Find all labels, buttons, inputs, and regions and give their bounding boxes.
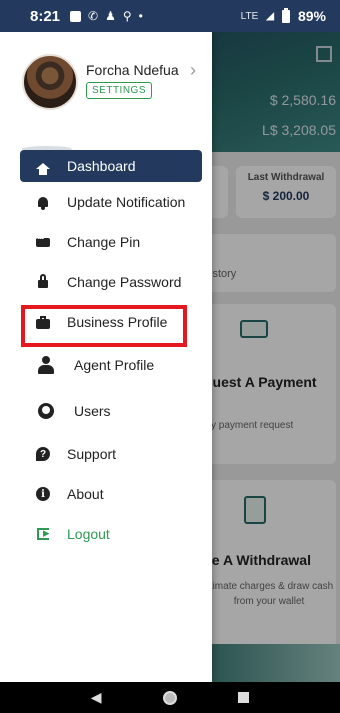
users-icon <box>36 403 56 419</box>
chevron-right-icon[interactable]: › <box>190 60 196 81</box>
network-type: LTE <box>240 10 259 22</box>
profile-name: Forcha Ndefua <box>86 62 179 78</box>
home-icon <box>36 159 50 175</box>
menu-item-label: Users <box>74 403 111 419</box>
menu-item-label: Update Notification <box>67 194 186 210</box>
status-time: 8:21 <box>30 7 61 25</box>
menu-item-agent-profile[interactable]: Agent Profile <box>0 342 212 388</box>
menu-item-users[interactable]: Users <box>0 388 212 434</box>
signal-icon: ◢ <box>266 10 274 22</box>
logout-icon <box>36 525 50 541</box>
battery-icon <box>281 7 290 23</box>
back-icon[interactable]: ◀ <box>91 689 102 706</box>
agent-icon <box>36 356 56 374</box>
briefcase-icon <box>36 315 50 329</box>
menu-item-label: About <box>67 486 104 502</box>
pin-icon <box>36 233 50 249</box>
drawer-menu: Dashboard Update Notification Change Pin… <box>0 150 212 554</box>
status-bar: 8:21 ✆ ♟ ⚲ • LTE ◢ 89% <box>0 0 340 32</box>
menu-item-dashboard[interactable]: Dashboard <box>20 150 202 182</box>
menu-item-label: Change Password <box>67 274 182 290</box>
menu-item-label: Business Profile <box>67 314 168 330</box>
system-nav-bar: ◀ <box>0 682 340 713</box>
dot-icon: • <box>138 9 143 23</box>
recents-icon[interactable] <box>238 692 250 703</box>
bell-icon <box>36 195 50 210</box>
menu-item-about[interactable]: i About <box>0 474 212 514</box>
link-icon: ⚲ <box>122 9 132 23</box>
menu-item-business-profile[interactable]: Business Profile <box>0 302 212 342</box>
activity-icon: ♟ <box>105 9 116 23</box>
menu-item-update-notification[interactable]: Update Notification <box>0 182 212 222</box>
menu-item-logout[interactable]: Logout <box>0 514 212 554</box>
menu-item-label: Support <box>67 446 117 462</box>
menu-item-support[interactable]: ? Support <box>0 434 212 474</box>
home-button-icon[interactable] <box>162 690 177 705</box>
menu-item-label: Agent Profile <box>74 357 155 373</box>
menu-item-change-password[interactable]: Change Password <box>0 262 212 302</box>
menu-item-label: Logout <box>67 526 110 542</box>
whatsapp-icon: ✆ <box>88 9 99 23</box>
gallery-icon <box>70 10 82 22</box>
battery-level: 89% <box>297 8 326 24</box>
navigation-drawer: Forcha Ndefua SETTINGS › Dashboard Updat… <box>0 32 212 682</box>
avatar[interactable] <box>22 54 78 110</box>
info-icon: i <box>36 487 50 501</box>
profile-header[interactable]: Forcha Ndefua SETTINGS › <box>22 54 202 114</box>
lock-icon <box>36 274 50 289</box>
menu-item-label: Change Pin <box>67 234 141 250</box>
menu-item-label: Dashboard <box>67 158 136 174</box>
menu-item-change-pin[interactable]: Change Pin <box>0 222 212 262</box>
support-icon: ? <box>36 447 50 461</box>
settings-button[interactable]: SETTINGS <box>86 82 153 99</box>
